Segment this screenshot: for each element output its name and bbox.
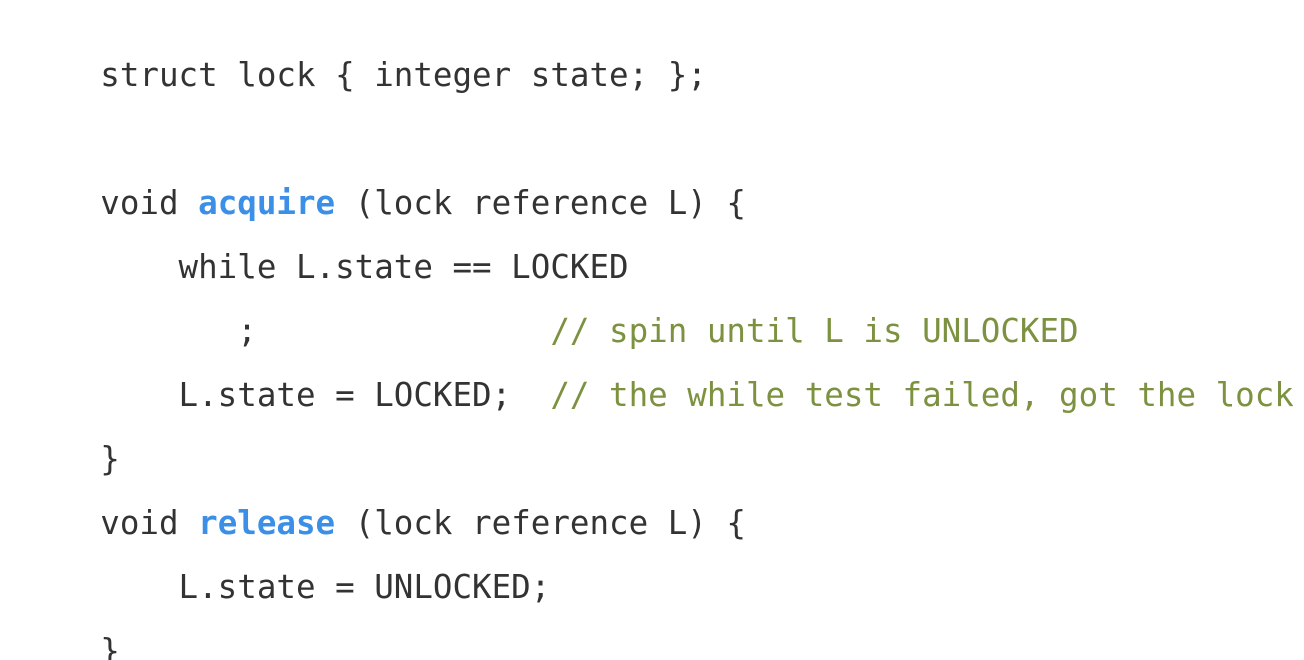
code-line-release-signature: void release (lock reference L) { xyxy=(22,463,746,542)
code-text: struct lock { integer state; }; xyxy=(100,56,707,94)
code-line-spin: ; // spin until L is UNLOCKED xyxy=(22,271,1078,350)
code-line-while: while L.state == LOCKED xyxy=(22,207,629,286)
code-line-close-brace: } xyxy=(22,591,120,660)
code-line-close-brace: } xyxy=(22,399,120,478)
code-text: L.state = LOCKED; xyxy=(100,376,551,414)
code-listing: struct lock { integer state; }; void acq… xyxy=(0,0,1304,660)
code-text: L.state = UNLOCKED; xyxy=(100,568,551,606)
code-comment: // the while test failed, got the lock xyxy=(550,376,1294,414)
code-line-set-locked: L.state = LOCKED; // the while test fail… xyxy=(22,335,1294,414)
code-line-struct-decl: struct lock { integer state; }; xyxy=(22,15,707,94)
code-text: } xyxy=(100,632,120,660)
code-line-acquire-signature: void acquire (lock reference L) { xyxy=(22,143,746,222)
code-line-set-unlocked: L.state = UNLOCKED; xyxy=(22,527,551,606)
